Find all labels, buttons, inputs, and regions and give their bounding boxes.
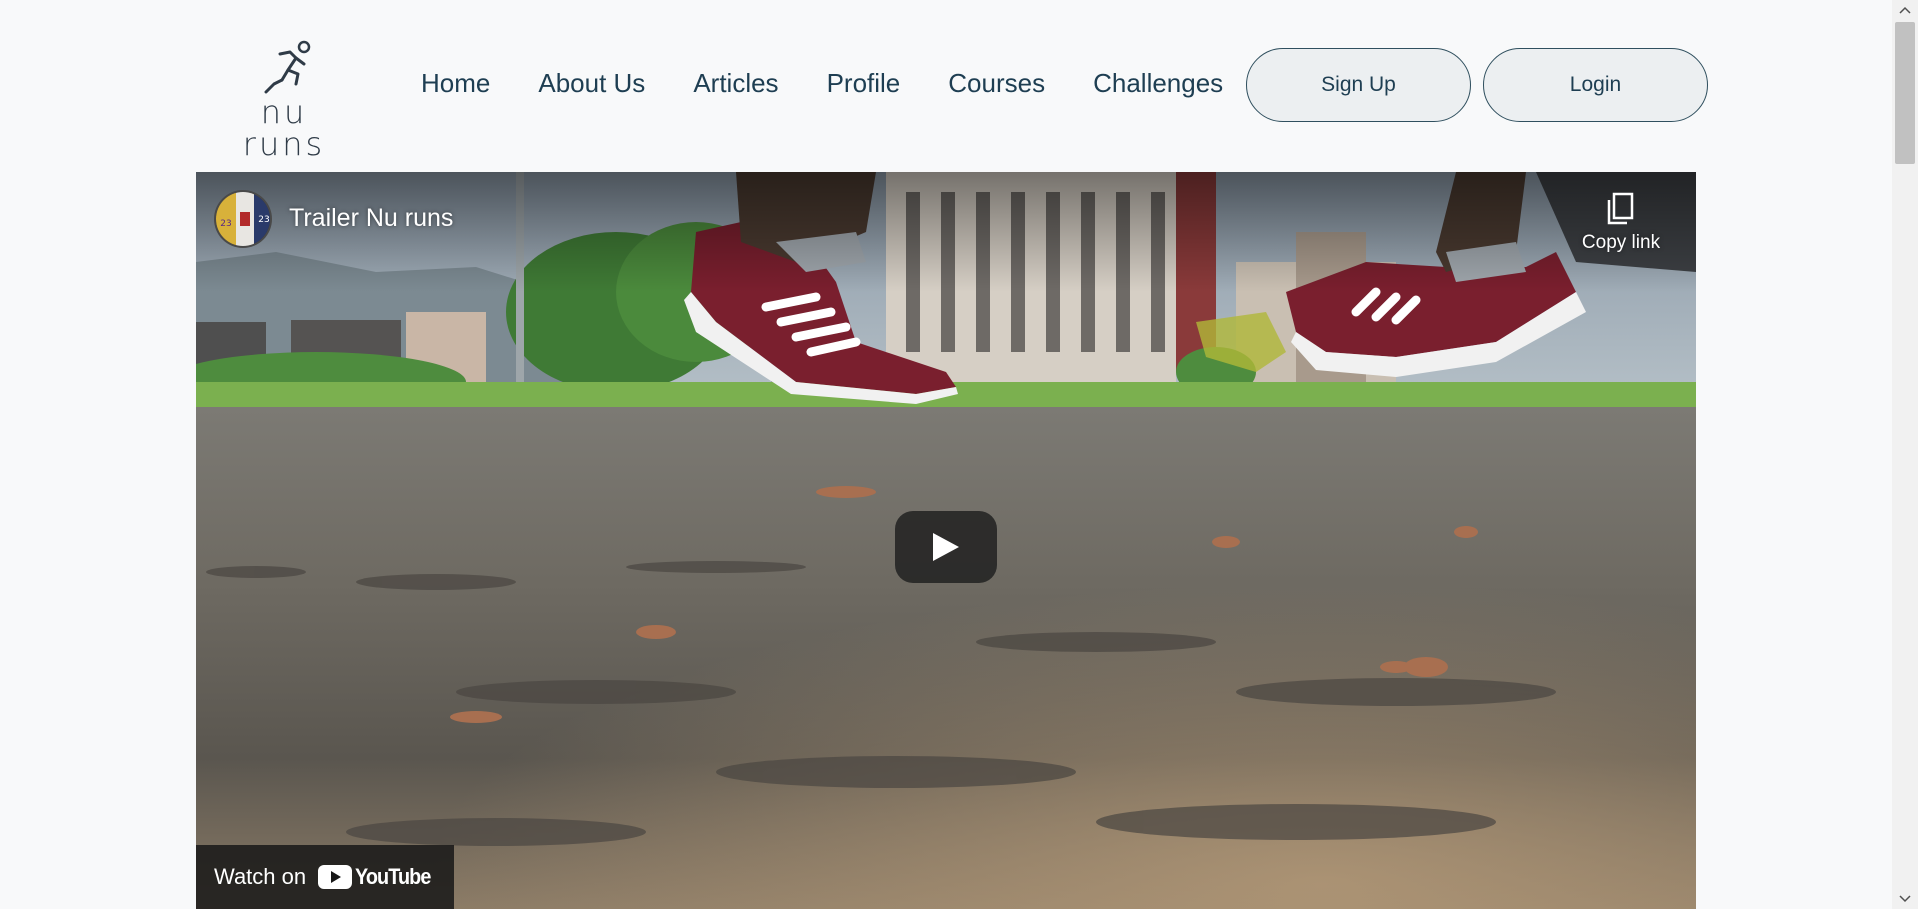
- svg-text:23: 23: [220, 219, 231, 229]
- watch-on-label: Watch on: [214, 864, 307, 889]
- page-scrollbar[interactable]: [1892, 0, 1918, 909]
- nav-profile[interactable]: Profile: [803, 62, 925, 105]
- site-header: nu runs Home About Us Articles Profile C…: [0, 0, 1892, 172]
- runner-icon: [264, 40, 311, 94]
- scrollbar-thumb[interactable]: [1895, 22, 1915, 164]
- nav-home[interactable]: Home: [400, 62, 514, 105]
- copy-link-label: Copy link: [1581, 232, 1661, 253]
- video-embed[interactable]: 23 23 Trailer Nu runs Copy link Watch on: [196, 172, 1696, 909]
- play-icon: [933, 533, 959, 561]
- sign-up-button[interactable]: Sign Up: [1246, 48, 1471, 122]
- scroll-up-arrow-icon[interactable]: [1892, 0, 1918, 20]
- play-button[interactable]: [895, 511, 997, 583]
- brand-logo[interactable]: nu runs: [214, 40, 354, 160]
- scroll-down-arrow-icon[interactable]: [1892, 889, 1918, 909]
- copy-icon: [1607, 192, 1634, 225]
- nav-about-us[interactable]: About Us: [514, 62, 669, 105]
- svg-text:23: 23: [258, 215, 269, 225]
- youtube-wordmark: YouTube: [355, 864, 431, 889]
- copy-link-button[interactable]: Copy link: [1576, 192, 1666, 254]
- watch-on-youtube-button[interactable]: Watch on YouTube: [196, 845, 454, 909]
- channel-avatar[interactable]: 23 23: [214, 190, 272, 248]
- nav-courses[interactable]: Courses: [924, 62, 1069, 105]
- video-title[interactable]: Trailer Nu runs: [289, 204, 453, 233]
- main-nav: Home About Us Articles Profile Courses C…: [400, 62, 1247, 105]
- nav-articles[interactable]: Articles: [669, 62, 802, 105]
- login-button[interactable]: Login: [1483, 48, 1708, 122]
- brand-name: nu runs: [242, 93, 326, 163]
- page: nu runs Home About Us Articles Profile C…: [0, 0, 1918, 909]
- youtube-play-icon: [318, 865, 353, 889]
- youtube-logo: YouTube: [318, 864, 439, 890]
- nav-challenges[interactable]: Challenges: [1069, 62, 1247, 105]
